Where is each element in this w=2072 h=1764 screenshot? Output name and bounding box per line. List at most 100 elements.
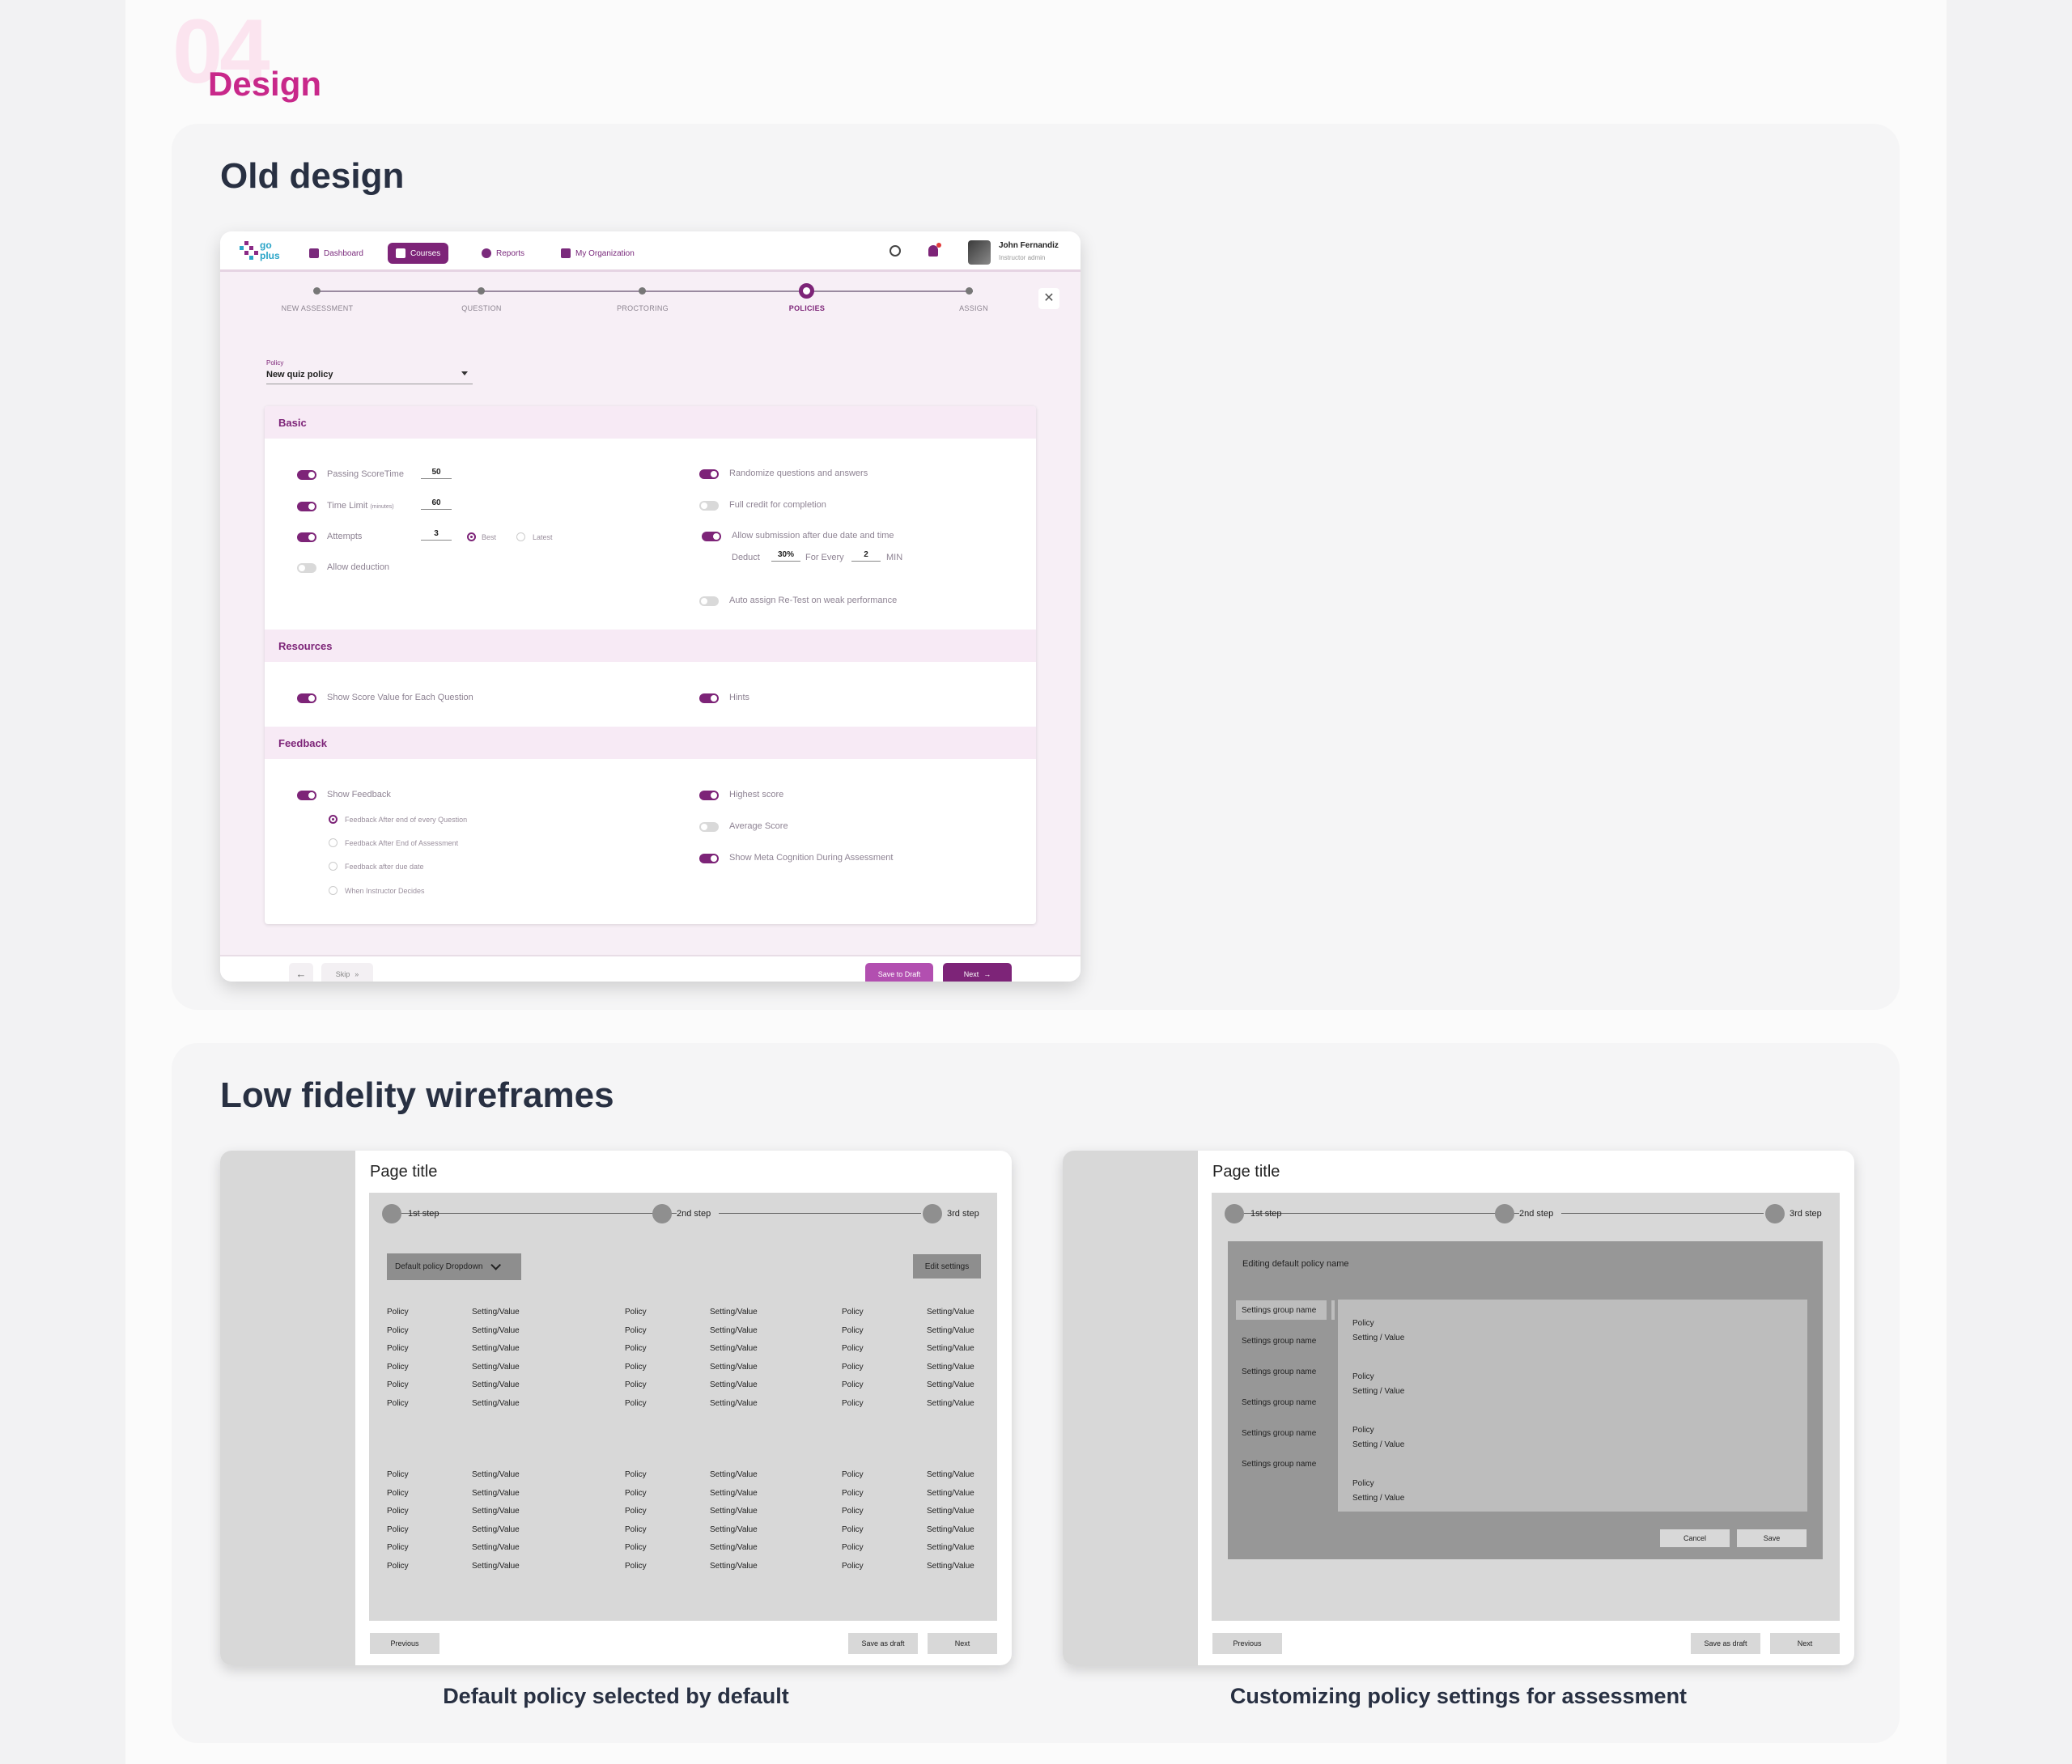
wf-next-button[interactable]: Next (928, 1633, 997, 1654)
wf-step-circle[interactable] (382, 1204, 401, 1223)
wf-step-circle[interactable] (1225, 1204, 1244, 1223)
wf-policy-value[interactable]: Setting/Value (710, 1363, 758, 1372)
wf-settings-group[interactable]: Settings group name (1236, 1423, 1327, 1443)
wf-policy-value[interactable]: Setting/Value (710, 1507, 758, 1516)
step-dot-current[interactable] (799, 283, 814, 299)
highest-score-toggle[interactable] (699, 791, 719, 800)
wf-policy-value[interactable]: Setting/Value (472, 1543, 520, 1552)
nav-dashboard[interactable]: Dashboard (301, 243, 372, 264)
skip-button[interactable]: Skip» (321, 963, 373, 982)
wf-settings-group[interactable]: Settings group name (1236, 1331, 1327, 1351)
feedback-option-radio[interactable] (329, 886, 338, 895)
wf-policy-value[interactable]: Setting/Value (927, 1363, 974, 1372)
wf-policy-value[interactable]: Setting/Value (472, 1399, 520, 1408)
wf-policy-value[interactable]: Setting/Value (710, 1489, 758, 1498)
wf-previous-button[interactable]: Previous (1212, 1633, 1282, 1654)
auto-assign-toggle[interactable] (699, 596, 719, 606)
next-button[interactable]: Next → (943, 963, 1012, 982)
nav-courses[interactable]: Courses (388, 243, 449, 264)
step-dot[interactable] (639, 287, 646, 295)
wf-policy-value[interactable]: Setting/Value (927, 1399, 974, 1408)
wf-policy-value[interactable]: Setting/Value (927, 1507, 974, 1516)
deduction-toggle[interactable] (297, 563, 316, 573)
feedback-option-radio[interactable] (329, 815, 338, 824)
wf-policy-value[interactable]: Setting/Value (927, 1380, 974, 1389)
wf-policy-value[interactable]: Setting/Value (472, 1380, 520, 1389)
wf-policy-value[interactable]: Setting/Value (927, 1308, 974, 1317)
wf-policy-value[interactable]: Setting / Value (1352, 1334, 1404, 1342)
wf-policy-value[interactable]: Setting/Value (472, 1326, 520, 1335)
wf-step-circle[interactable] (923, 1204, 942, 1223)
wf-save-draft-button[interactable]: Save as draft (848, 1633, 918, 1654)
wf-policy-value[interactable]: Setting/Value (710, 1543, 758, 1552)
wf-policy-value[interactable]: Setting/Value (710, 1344, 758, 1353)
step-dot[interactable] (313, 287, 321, 295)
average-score-toggle[interactable] (699, 822, 719, 832)
attempts-toggle[interactable] (297, 532, 316, 542)
wf-policy-value[interactable]: Setting/Value (472, 1507, 520, 1516)
time-limit-toggle[interactable] (297, 502, 316, 511)
wf-policy-value[interactable]: Setting/Value (710, 1399, 758, 1408)
wf-policy-value[interactable]: Setting/Value (927, 1470, 974, 1479)
wf-policy-value[interactable]: Setting/Value (927, 1562, 974, 1571)
latest-radio[interactable] (516, 532, 525, 541)
wf-policy-value[interactable]: Setting/Value (927, 1525, 974, 1534)
close-icon[interactable]: ✕ (1038, 288, 1059, 309)
back-button[interactable]: ← (289, 963, 313, 982)
wf-policy-value[interactable]: Setting/Value (927, 1344, 974, 1353)
wf-policy-value[interactable]: Setting/Value (710, 1326, 758, 1335)
avatar[interactable] (968, 240, 991, 265)
score-value-toggle[interactable] (297, 693, 316, 703)
randomize-toggle[interactable] (699, 469, 719, 479)
wf-previous-button[interactable]: Previous (370, 1633, 439, 1654)
wf-policy-value[interactable]: Setting / Value (1352, 1494, 1404, 1503)
wf-settings-group[interactable]: Settings group name (1236, 1454, 1327, 1474)
wf-policy-value[interactable]: Setting/Value (927, 1543, 974, 1552)
step-dot[interactable] (478, 287, 485, 295)
feedback-option-radio[interactable] (329, 838, 338, 847)
wf-step-circle[interactable] (652, 1204, 672, 1223)
wf-edit-settings-button[interactable]: Edit settings (913, 1254, 981, 1278)
wf-step-circle[interactable] (1495, 1204, 1514, 1223)
wf-save-button[interactable]: Save (1737, 1529, 1807, 1547)
policy-select[interactable]: New quiz policy (266, 370, 333, 380)
wf-save-draft-button[interactable]: Save as draft (1691, 1633, 1760, 1654)
late-submission-toggle[interactable] (702, 532, 721, 541)
wf-policy-value[interactable]: Setting/Value (472, 1562, 520, 1571)
wf-policy-value[interactable]: Setting/Value (927, 1326, 974, 1335)
wf-step-circle[interactable] (1765, 1204, 1785, 1223)
wf-policy-value[interactable]: Setting/Value (710, 1308, 758, 1317)
wf-policy-value[interactable]: Setting/Value (472, 1489, 520, 1498)
wf-settings-group[interactable]: Settings group name (1236, 1393, 1327, 1412)
wf-default-policy-dropdown[interactable]: Default policy Dropdown (387, 1253, 521, 1280)
wf-policy-value[interactable]: Setting/Value (472, 1470, 520, 1479)
full-credit-toggle[interactable] (699, 501, 719, 511)
nav-reports[interactable]: Reports (473, 243, 533, 264)
best-radio[interactable] (467, 532, 476, 541)
feedback-option-radio[interactable] (329, 862, 338, 871)
wf-policy-value[interactable]: Setting/Value (710, 1562, 758, 1571)
attempts-input[interactable]: 3 (421, 529, 452, 541)
show-feedback-toggle[interactable] (297, 791, 316, 800)
step-dot[interactable] (966, 287, 973, 295)
wf-next-button[interactable]: Next (1770, 1633, 1840, 1654)
wf-policy-value[interactable]: Setting/Value (472, 1363, 520, 1372)
wf-policy-value[interactable]: Setting/Value (710, 1380, 758, 1389)
wf-policy-value[interactable]: Setting/Value (927, 1489, 974, 1498)
wf-policy-value[interactable]: Setting / Value (1352, 1440, 1404, 1449)
deduct-input[interactable]: 30% (771, 550, 800, 562)
hints-toggle[interactable] (699, 693, 719, 703)
wf-settings-group[interactable]: Settings group name (1236, 1362, 1327, 1381)
wf-policy-value[interactable]: Setting/Value (710, 1470, 758, 1479)
passing-score-input[interactable]: 50 (421, 468, 452, 479)
wf-policy-value[interactable]: Setting/Value (472, 1344, 520, 1353)
passing-score-toggle[interactable] (297, 470, 316, 480)
caret-down-icon[interactable] (461, 371, 468, 375)
search-icon[interactable] (890, 245, 901, 257)
wf-policy-value[interactable]: Setting / Value (1352, 1387, 1404, 1396)
for-every-input[interactable]: 2 (851, 550, 881, 562)
time-limit-input[interactable]: 60 (421, 498, 452, 510)
save-to-draft-button[interactable]: Save to Draft (865, 963, 933, 982)
wf-policy-value[interactable]: Setting/Value (710, 1525, 758, 1534)
wf-settings-group-selected[interactable]: Settings group name (1236, 1300, 1327, 1320)
